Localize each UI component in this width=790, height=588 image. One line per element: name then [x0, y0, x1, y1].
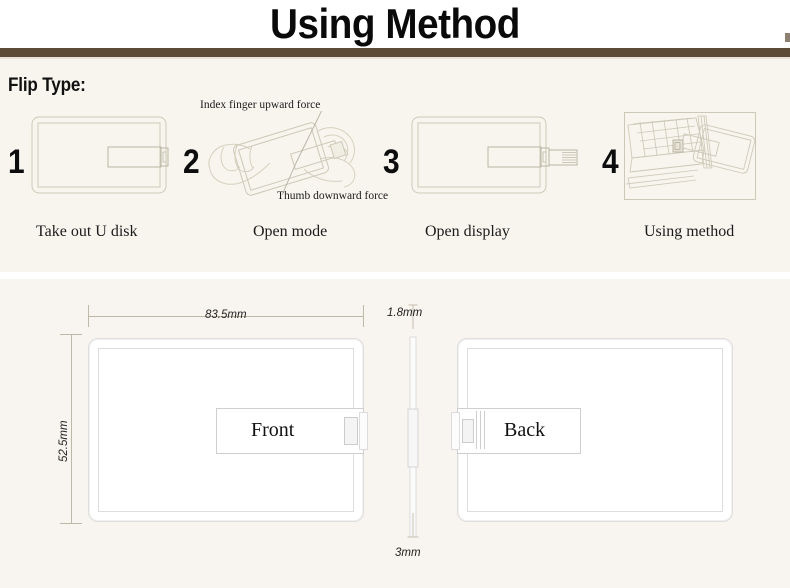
step-number-1: 1	[8, 143, 25, 181]
step-caption-2: Open mode	[253, 223, 328, 240]
thickness-profile-icon	[407, 304, 419, 538]
step-number-2: 2	[183, 143, 200, 181]
card-back-usb-ribs-icon	[476, 411, 485, 449]
card-back-label: Back	[504, 419, 546, 441]
dimension-height-label: 52.5mm	[58, 420, 70, 462]
card-back-usb-edge	[451, 412, 460, 450]
step-caption-4: Using method	[644, 223, 735, 240]
steps-panel: Flip Type: 1 Take out U disk 2 Index fin…	[0, 59, 790, 272]
laptop-with-card-usb-icon	[624, 112, 756, 200]
header-rule	[0, 48, 790, 57]
page-root: Using Method Flip Type: 1 Take out U dis…	[0, 0, 790, 588]
panel-divider	[0, 272, 790, 279]
dimensions-panel: 83.5mm 52.5mm Front 1.8mm 3mm Back	[0, 279, 790, 588]
title-band: Using Method	[0, 0, 790, 48]
annotation-index-finger-force: Index finger upward force	[200, 99, 321, 111]
card-front-label: Front	[251, 419, 295, 441]
dimension-thickness-top-label: 1.8mm	[387, 307, 423, 319]
hand-flipping-card-icon	[208, 111, 356, 196]
section-label-flip-type: Flip Type:	[8, 75, 86, 96]
dimension-width-label: 83.5mm	[205, 309, 247, 321]
dimension-thickness-bottom-label: 3mm	[395, 547, 421, 559]
card-usb-extended-icon	[411, 116, 578, 194]
edge-artifact-mark	[785, 33, 790, 42]
step-number-3: 3	[383, 143, 400, 181]
card-front-usb-contact	[344, 417, 358, 445]
card-usb-closed-icon	[31, 116, 169, 194]
page-title: Using Method	[270, 0, 520, 47]
step-caption-1: Take out U disk	[36, 223, 138, 240]
step-caption-3: Open display	[425, 223, 510, 240]
card-back-usb-contact	[462, 419, 474, 443]
step-number-4: 4	[602, 143, 619, 181]
card-front-usb-edge	[359, 412, 368, 450]
